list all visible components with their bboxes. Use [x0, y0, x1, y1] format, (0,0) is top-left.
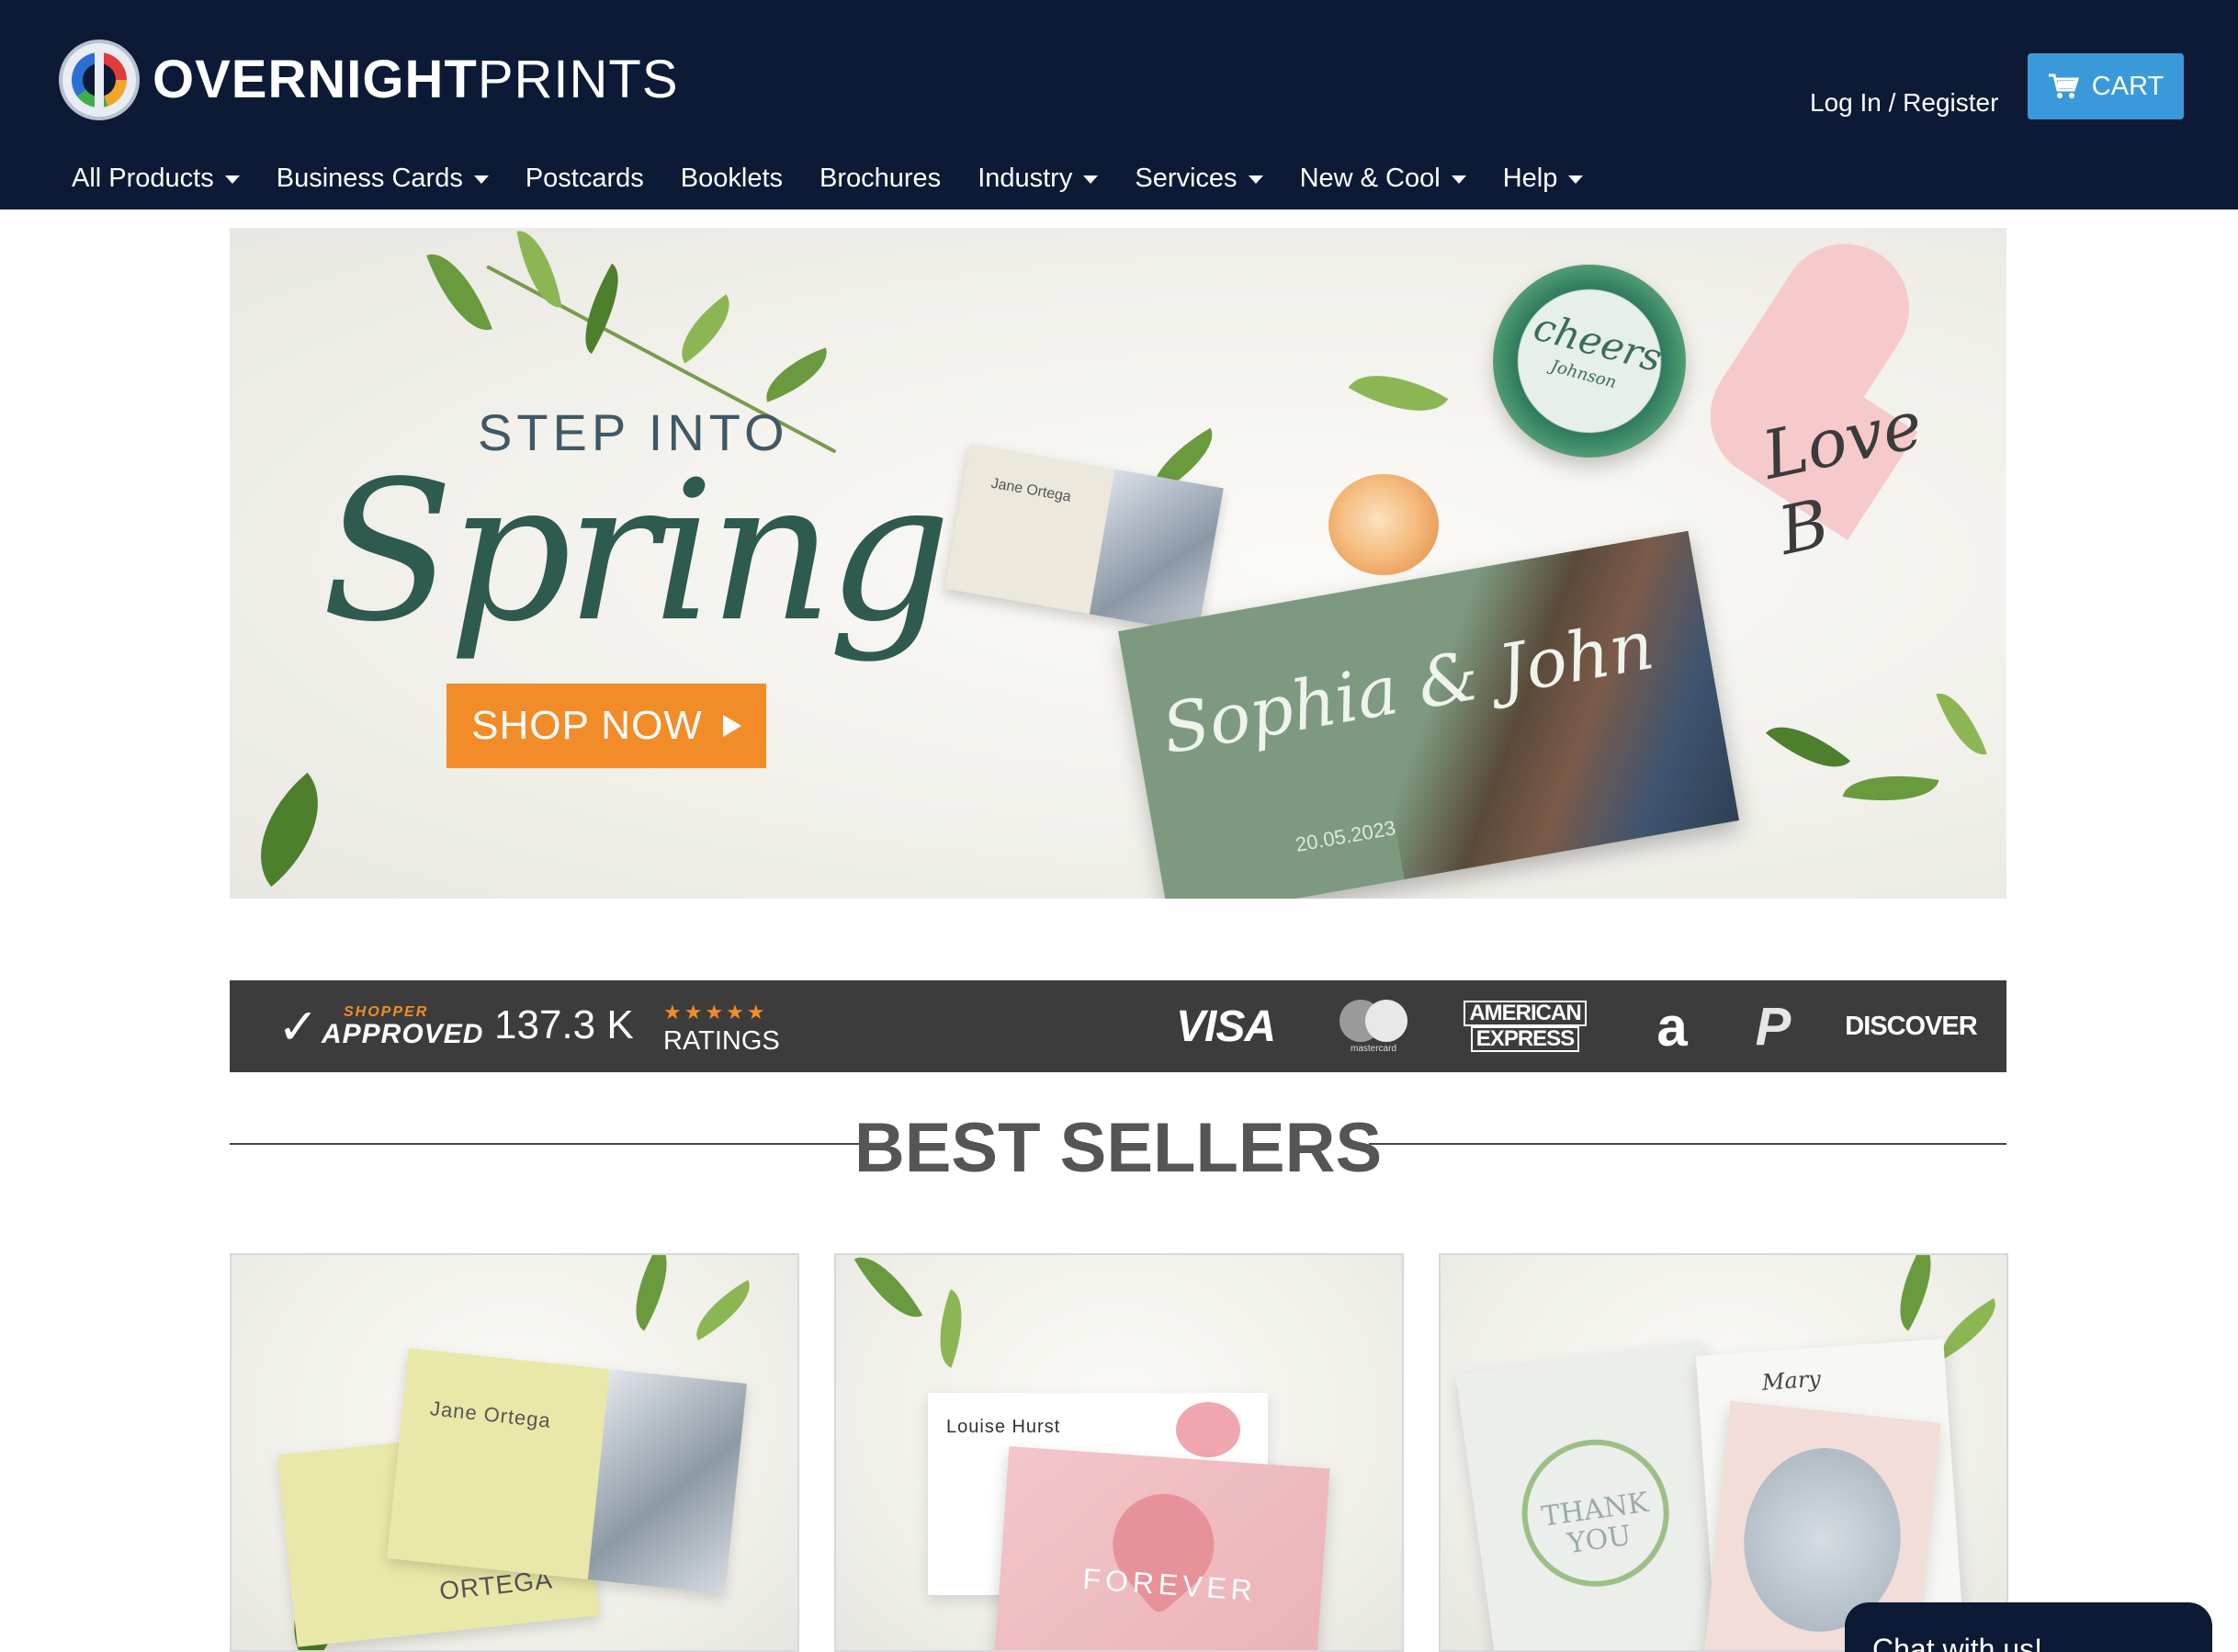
nav-postcards[interactable]: Postcards: [526, 164, 644, 194]
product-card-greeting-cards[interactable]: THANK YOU Mary: [1439, 1253, 2008, 1652]
cart-label: CART: [2091, 71, 2165, 101]
nav-label: Services: [1135, 163, 1238, 193]
shopper-approved-logo[interactable]: ✓ SHOPPER APPROVED: [277, 997, 482, 1056]
nav-all-products[interactable]: All Products: [72, 164, 240, 194]
mastercard-icon: mastercard: [1332, 980, 1415, 1072]
nav-label: Booklets: [680, 163, 784, 193]
chevron-down-icon: [1568, 175, 1584, 184]
amex-line2: EXPRESS: [1470, 1026, 1580, 1052]
leaf-decoration: [1842, 764, 1939, 813]
nav-industry[interactable]: Industry: [978, 163, 1099, 194]
amazon-pay-icon: a: [1656, 995, 1688, 1058]
rose-decoration: [1328, 474, 1439, 575]
leaf-decoration: [230, 772, 349, 888]
nav-label: Help: [1502, 163, 1558, 193]
leaf-decoration: [665, 294, 746, 364]
leaf-decoration: [853, 1255, 923, 1331]
heart-cookie-image: Love B: [1685, 228, 1969, 580]
nav-business-cards[interactable]: Business Cards: [277, 164, 489, 194]
play-arrow-icon: [722, 715, 741, 737]
ratings-label: RATINGS: [663, 1026, 780, 1056]
nav-label: All Products: [72, 163, 214, 193]
logo-mark-icon: [59, 40, 140, 120]
shop-now-button[interactable]: SHOP NOW: [446, 684, 766, 768]
leaf-decoration: [1765, 707, 1851, 786]
leaf-decoration: [516, 228, 562, 313]
cart-button[interactable]: CART: [2028, 53, 2184, 119]
main-nav: All Products Business Cards Postcards Bo…: [72, 156, 1620, 200]
card-script-text: FOREVER: [1081, 1562, 1259, 1608]
shop-now-label: SHOP NOW: [471, 703, 703, 748]
hero-banner[interactable]: STEP INTO Spring SHOP NOW Jane Ortega So…: [230, 228, 2006, 899]
leaf-decoration: [756, 347, 837, 402]
florist-photo: [1089, 469, 1224, 634]
leaf-decoration: [1348, 352, 1449, 435]
invitation-card-image: Sophia & John 20.05.2023: [1118, 530, 1739, 899]
nav-label: Postcards: [525, 163, 644, 193]
star-rating-icon: ★★★★★: [663, 1001, 768, 1024]
nav-new-and-cool[interactable]: New & Cool: [1300, 164, 1466, 194]
chevron-down-icon: [224, 175, 240, 184]
amex-line1: AMERICAN: [1464, 1001, 1587, 1026]
card-name-text: Louise Hurst: [946, 1417, 1061, 1437]
shopper-approved-main: APPROVED: [322, 1019, 484, 1049]
leaf-decoration: [1936, 685, 1987, 764]
logo-text: OVERNIGHTPRINTS: [153, 50, 679, 109]
card-name-text: Jane Ortega: [429, 1397, 552, 1432]
cheers-cookie-image: cheers Johnson: [1493, 265, 1686, 458]
nav-help[interactable]: Help: [1503, 164, 1584, 194]
business-card-name: Jane Ortega: [989, 475, 1073, 505]
nav-services[interactable]: Services: [1135, 163, 1263, 194]
login-register-link[interactable]: Log In / Register: [1810, 88, 1998, 118]
leaf-decoration: [616, 1255, 686, 1331]
site-logo[interactable]: OVERNIGHTPRINTS: [59, 39, 679, 121]
trust-bar: ✓ SHOPPER APPROVED 137.3 K ★★★★★ RATINGS…: [230, 980, 2006, 1072]
chat-with-us-button[interactable]: Chat with us!: [1845, 1602, 2212, 1652]
chevron-down-icon: [473, 175, 489, 184]
nav-booklets[interactable]: Booklets: [681, 164, 783, 194]
chevron-down-icon: [1083, 175, 1099, 184]
rating-count: 137.3 K: [494, 1002, 634, 1047]
nav-label: New & Cool: [1299, 163, 1441, 193]
paypal-icon: P: [1755, 996, 1792, 1057]
card-script-text: Mary: [1760, 1365, 1822, 1396]
best-sellers-title: BEST SELLERS: [853, 1109, 1383, 1187]
chevron-down-icon: [1248, 175, 1263, 184]
mastercard-text: mastercard: [1350, 1043, 1396, 1054]
nav-label: Brochures: [819, 163, 942, 193]
pink-postcard: FOREVER: [994, 1446, 1330, 1650]
invitation-date: 20.05.2023: [1294, 816, 1397, 856]
discover-icon: DISCOVER: [1845, 1011, 1977, 1041]
nav-brochures[interactable]: Brochures: [819, 164, 941, 194]
product-card-postcards[interactable]: Louise Hurst FOREVER: [834, 1253, 1404, 1652]
chevron-down-icon: [1451, 175, 1466, 184]
leaf-decoration: [684, 1280, 763, 1341]
leaf-decoration: [1881, 1255, 1950, 1331]
leaf-decoration: [426, 243, 492, 342]
site-header: OVERNIGHTPRINTS Log In / Register CART A…: [0, 0, 2238, 209]
american-express-icon: AMERICAN EXPRESS: [1456, 980, 1594, 1072]
business-card-front: Jane Ortega: [386, 1348, 748, 1594]
visa-icon: VISA: [1175, 1001, 1276, 1051]
florist-photo: [587, 1369, 748, 1594]
divider-right: [1369, 1143, 2006, 1145]
nav-label: Industry: [978, 163, 1073, 193]
nav-label: Business Cards: [276, 163, 463, 193]
product-card-business-cards[interactable]: ORTEGA Jane Ortega: [230, 1253, 799, 1652]
hero-headline: Spring: [322, 439, 952, 664]
leaf-decoration: [925, 1289, 977, 1368]
checkmark-icon: ✓: [277, 1000, 320, 1055]
pink-heart-icon: [1176, 1402, 1240, 1457]
cart-icon: [2048, 74, 2079, 98]
